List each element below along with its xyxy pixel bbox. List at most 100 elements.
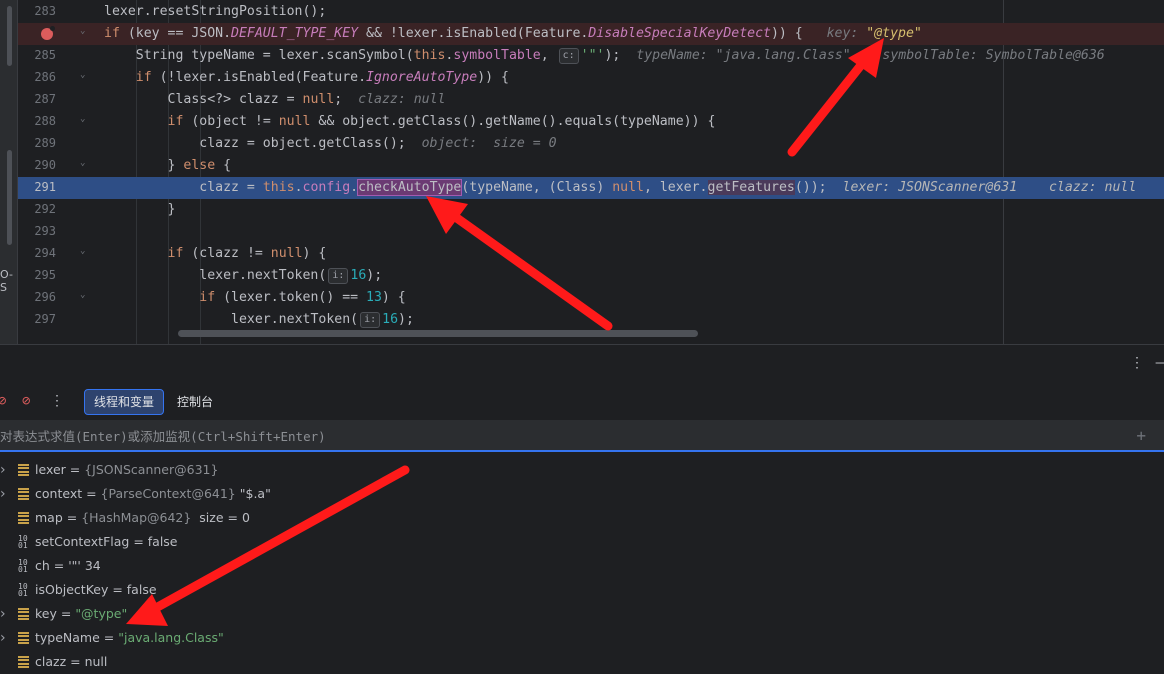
- gutter-line[interactable]: 289: [18, 133, 98, 155]
- code-line-287[interactable]: Class<?> clazz = null; clazz: null: [98, 89, 1164, 111]
- variable-row-isObjectKey[interactable]: 10 01 isObjectKey = false: [0, 578, 1164, 602]
- minimize-icon[interactable]: –: [1156, 355, 1164, 371]
- panel-scrollbar-lower[interactable]: [7, 150, 12, 245]
- variable-row-key[interactable]: › key = "@type": [0, 602, 1164, 626]
- expand-chevron-icon[interactable]: ›: [0, 482, 6, 506]
- variable-text: context = {ParseContext@641} "$.a": [35, 482, 271, 506]
- code-text: .: [350, 180, 359, 195]
- line-number: 289: [34, 136, 56, 150]
- add-watch-icon[interactable]: +: [1136, 426, 1146, 445]
- project-panel-edge: O-S: [0, 0, 18, 344]
- code-line-293[interactable]: [98, 221, 1164, 243]
- object-field-icon: [18, 464, 29, 476]
- code-line-284[interactable]: if (key == JSON.DEFAULT_TYPE_KEY && !lex…: [98, 23, 1164, 45]
- expand-chevron-icon[interactable]: ›: [0, 602, 6, 626]
- constant: IgnoreAutoType: [366, 70, 478, 85]
- code-line-295[interactable]: lexer.nextToken(i: 16);: [98, 265, 1164, 287]
- fold-chevron-icon[interactable]: ⌄: [80, 246, 85, 256]
- method-call-checkautotype[interactable]: checkAutoType: [357, 179, 463, 196]
- code-text: )) {: [770, 26, 803, 41]
- more-actions-icon[interactable]: ⋮: [50, 393, 64, 409]
- variable-equals: =: [129, 534, 148, 549]
- variable-text: setContextFlag = false: [35, 530, 178, 554]
- variable-text: map = {HashMap@642} size = 0: [35, 506, 250, 530]
- tab-console[interactable]: 控制台: [168, 389, 222, 415]
- gutter-line[interactable]: 288 ⌄: [18, 111, 98, 133]
- expand-chevron-icon[interactable]: ›: [0, 458, 6, 482]
- code-text: (key == JSON.: [119, 26, 232, 41]
- object-field-icon: [18, 656, 29, 668]
- code-line-289[interactable]: clazz = object.getClass(); object: size …: [98, 133, 1164, 155]
- gutter-line[interactable]: 283: [18, 1, 98, 23]
- variable-name: context: [35, 486, 83, 501]
- gutter-line[interactable]: 287: [18, 89, 98, 111]
- code-line-283[interactable]: lexer.resetStringPosition();: [98, 1, 1164, 23]
- gutter-line[interactable]: 291: [18, 177, 98, 199]
- panel-scrollbar[interactable]: [7, 6, 12, 66]
- code-line-291-execution-point[interactable]: clazz = this.config.checkAutoType(typeNa…: [98, 177, 1164, 199]
- variable-row-lexer[interactable]: › lexer = {JSONScanner@631}: [0, 458, 1164, 482]
- variable-equals: =: [49, 558, 69, 573]
- keyword: if: [135, 70, 152, 85]
- code-line-286[interactable]: if (!lexer.isEnabled(Feature.IgnoreAutoT…: [98, 67, 1164, 89]
- code-text: clazz = object.getClass();: [199, 136, 406, 151]
- code-editor[interactable]: O-S 283 ⌄ 285 286 ⌄ 287 288 ⌄ 289 290 ⌄ 291 292 293 29…: [0, 0, 1164, 344]
- code-text: (typeName, (Class): [461, 180, 613, 195]
- fold-chevron-icon[interactable]: ⌄: [80, 290, 85, 300]
- code-text: ());: [794, 180, 827, 195]
- variable-row-clazz[interactable]: clazz = null: [0, 650, 1164, 674]
- gutter-line[interactable]: 297: [18, 309, 98, 331]
- code-line-297[interactable]: lexer.nextToken(i: 16);: [98, 309, 1164, 331]
- panel-text-fragment: O-S: [0, 268, 13, 294]
- gutter-line[interactable]: ⌄: [18, 23, 98, 45]
- code-text: ) {: [302, 246, 327, 261]
- code-line-292[interactable]: }: [98, 199, 1164, 221]
- tab-threads-variables[interactable]: 线程和变量: [84, 389, 165, 415]
- code-text: }: [167, 158, 184, 173]
- variable-row-typeName[interactable]: › typeName = "java.lang.Class": [0, 626, 1164, 650]
- gutter-line[interactable]: 290 ⌄: [18, 155, 98, 177]
- line-gutter[interactable]: 283 ⌄ 285 286 ⌄ 287 288 ⌄ 289 290 ⌄ 291 292 293 294 ⌄ 29…: [18, 0, 98, 344]
- mute-breakpoints-icon[interactable]: ⊘: [22, 393, 30, 409]
- code-text-area[interactable]: lexer.resetStringPosition(); if (key == …: [98, 0, 1164, 344]
- debug-panel-header: ⋮ –: [0, 344, 1164, 384]
- variable-row-map[interactable]: map = {HashMap@642} size = 0: [0, 506, 1164, 530]
- gutter-line[interactable]: 296 ⌄: [18, 287, 98, 309]
- more-options-icon[interactable]: ⋮: [1130, 355, 1144, 371]
- breakpoint-icon[interactable]: [41, 26, 55, 40]
- gutter-line[interactable]: 294 ⌄: [18, 243, 98, 265]
- gutter-line[interactable]: 295: [18, 265, 98, 287]
- variable-reference: {JSONScanner@631}: [84, 462, 219, 477]
- code-line-288[interactable]: if (object != null && object.getClass().…: [98, 111, 1164, 133]
- line-number: 287: [34, 92, 56, 106]
- variable-row-setContextFlag[interactable]: 10 01 setContextFlag = false: [0, 530, 1164, 554]
- fold-chevron-icon[interactable]: ⌄: [80, 70, 85, 80]
- method-call-getfeatures[interactable]: getFeatures: [707, 180, 795, 195]
- variables-tree[interactable]: › lexer = {JSONScanner@631} › context = {Pa…: [0, 454, 1164, 674]
- variable-name: setContextFlag: [35, 534, 130, 549]
- string-literal: '"': [580, 48, 605, 63]
- variable-name: clazz: [35, 654, 67, 669]
- gutter-line[interactable]: 293: [18, 221, 98, 243]
- fold-chevron-icon[interactable]: ⌄: [80, 114, 85, 124]
- code-text: (clazz !=: [183, 246, 271, 261]
- inline-value-hint: typeName: "java.lang.Class": [636, 48, 851, 63]
- gutter-line[interactable]: 292: [18, 199, 98, 221]
- gutter-line[interactable]: 286 ⌄: [18, 67, 98, 89]
- param-hint-badge: i:: [360, 312, 381, 328]
- code-line-294[interactable]: if (clazz != null) {: [98, 243, 1164, 265]
- code-line-290[interactable]: } else {: [98, 155, 1164, 177]
- horizontal-scrollbar[interactable]: [178, 330, 698, 337]
- code-line-285[interactable]: String typeName = lexer.scanSymbol(this.…: [98, 45, 1164, 67]
- expand-chevron-icon[interactable]: ›: [0, 626, 6, 650]
- variable-row-ch[interactable]: 10 01 ch = '"' 34: [0, 554, 1164, 578]
- variable-row-context[interactable]: › context = {ParseContext@641} "$.a": [0, 482, 1164, 506]
- view-breakpoints-icon[interactable]: ⊘: [0, 393, 6, 409]
- line-number: 293: [34, 224, 56, 238]
- fold-chevron-icon[interactable]: ⌄: [80, 158, 85, 168]
- gutter-line[interactable]: 285: [18, 45, 98, 67]
- object-field-icon: [18, 512, 29, 524]
- fold-chevron-icon[interactable]: ⌄: [80, 26, 85, 36]
- evaluate-expression-input[interactable]: [0, 424, 1100, 448]
- code-line-296[interactable]: if (lexer.token() == 13) {: [98, 287, 1164, 309]
